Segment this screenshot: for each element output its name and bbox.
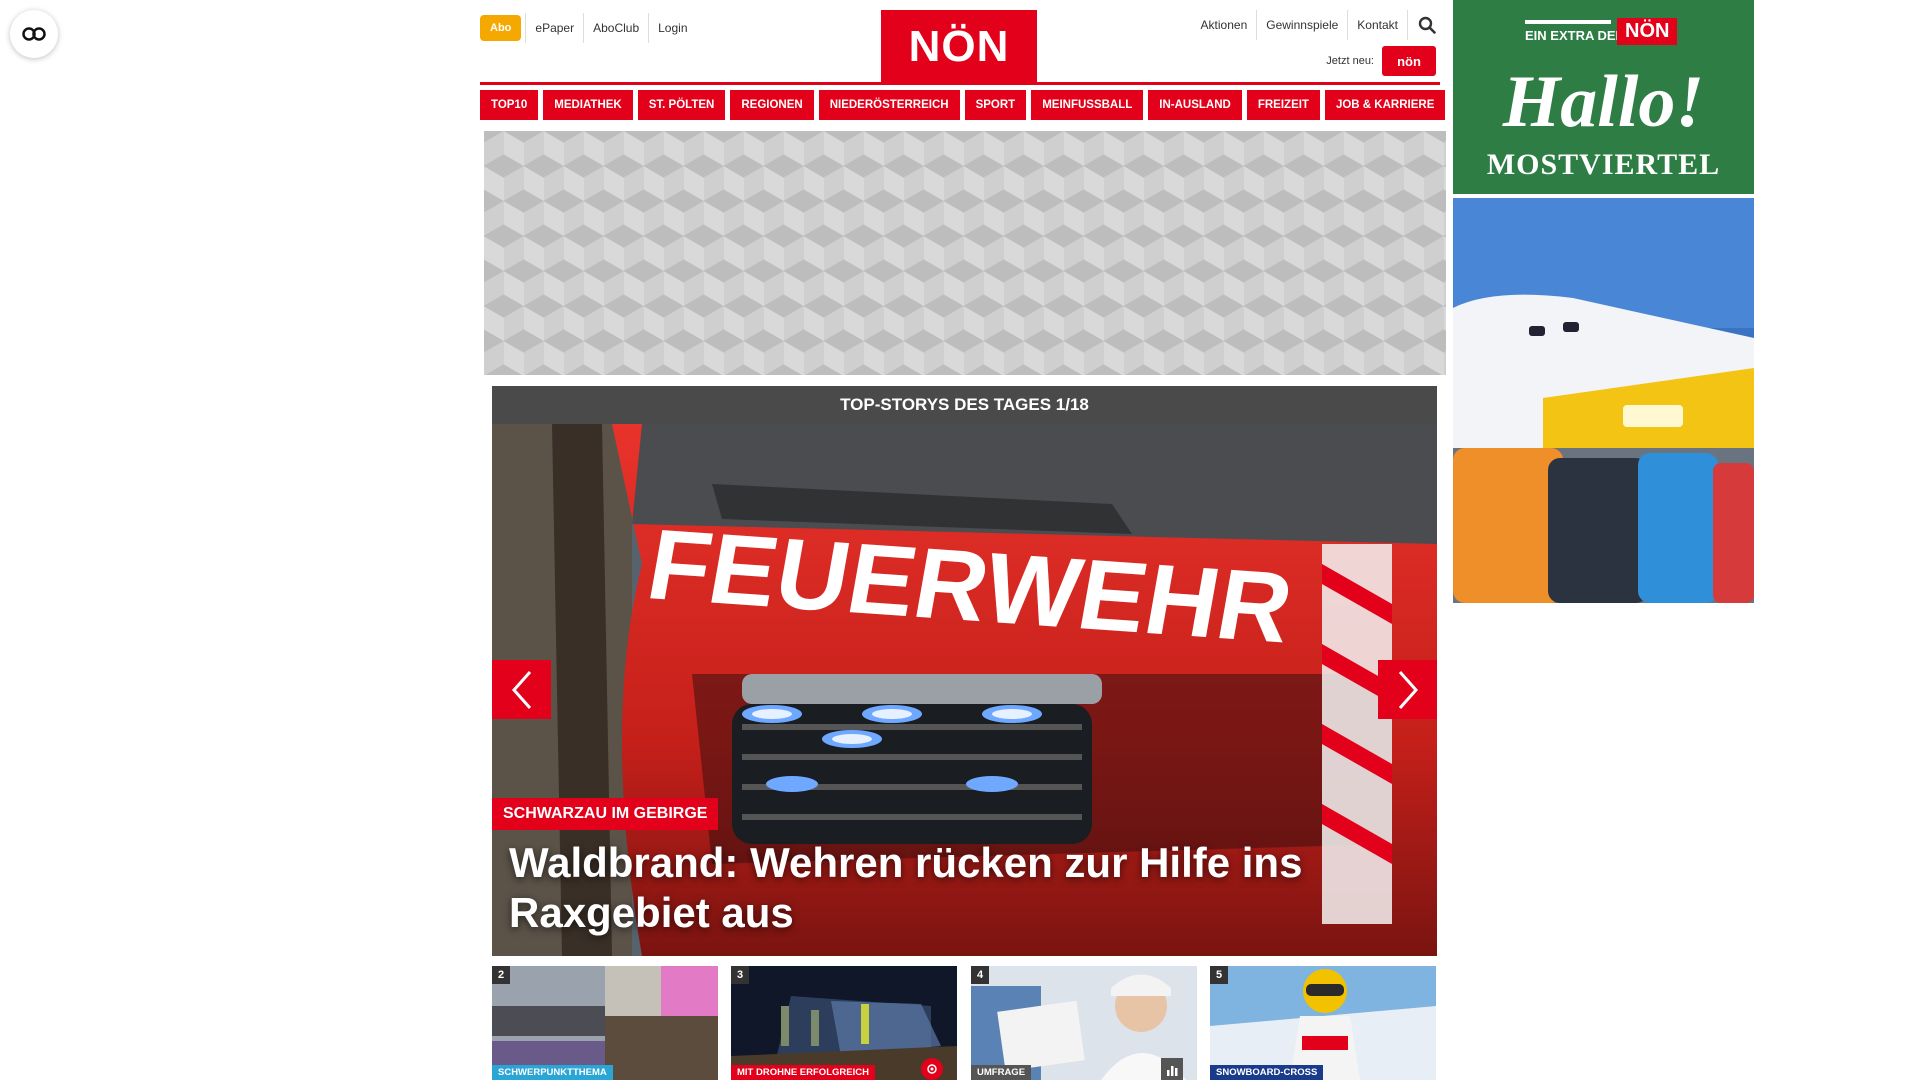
abo-button[interactable]: Abo — [480, 15, 522, 41]
story-thumb-5[interactable]: 5 SNOWBOARD-CROSS — [1210, 966, 1436, 1080]
ad-extra-label: EIN EXTRA DER — [1525, 28, 1625, 43]
nav-item-top10[interactable]: TOP10 — [480, 90, 539, 120]
top-stories-heading: TOP-STORYS DES TAGES 1/18 — [492, 386, 1437, 424]
ad-divider — [1525, 20, 1611, 24]
hero-category-tag[interactable]: SCHWARZAU IM GEBIRGE — [492, 798, 719, 830]
site-logo[interactable]: NÖN — [881, 10, 1037, 83]
nav-item-meinfussball[interactable]: MEINFUSSBALL — [1031, 90, 1144, 120]
hero-headline[interactable]: Waldbrand: Wehren rücken zur Hilfe ins R… — [509, 838, 1409, 938]
story-thumb-2[interactable]: 2 SCHWERPUNKTTHEMA — [492, 966, 718, 1080]
hallo-mostviertel-ad[interactable]: EIN EXTRA DER NÖN Hallo! MOSTVIERTEL — [1453, 0, 1754, 194]
story-tag: SCHWERPUNKTTHEMA — [492, 1065, 613, 1080]
login-link[interactable]: Login — [649, 14, 696, 42]
story-number: 5 — [1210, 966, 1228, 984]
kontakt-link[interactable]: Kontakt — [1348, 11, 1407, 39]
nav-item-mediathek[interactable]: MEDIATHEK — [543, 90, 633, 120]
epaper-link[interactable]: ePaper — [526, 14, 583, 42]
aboclub-link[interactable]: AboClub — [584, 14, 648, 42]
search-button[interactable] — [1408, 16, 1440, 34]
airport-travel-ad[interactable] — [1453, 198, 1754, 603]
story-thumb-3[interactable]: 3 MIT DROHNE ERFOLGREICH — [731, 966, 957, 1080]
gewinnspiele-link[interactable]: Gewinnspiele — [1257, 11, 1347, 39]
site-header: Abo ePaper AboClub Login NÖN Aktionen Ge… — [480, 0, 1440, 86]
thumb-image — [492, 966, 718, 1080]
nav-item-freizeit[interactable]: FREIZEIT — [1246, 90, 1320, 120]
nav-item-niederoesterreich[interactable]: NIEDERÖSTERREICH — [818, 90, 960, 120]
top-links-left: Abo ePaper AboClub Login — [480, 13, 697, 43]
accessibility-icon — [22, 27, 46, 41]
bar-chart-icon — [1167, 1066, 1178, 1076]
story-number: 2 — [492, 966, 510, 984]
jetzt-neu-badge: nön — [1382, 46, 1436, 76]
ad-image — [1453, 198, 1754, 603]
prev-slide-button[interactable] — [492, 660, 551, 719]
search-icon — [1418, 16, 1436, 34]
thumb-image — [1210, 966, 1436, 1080]
jetzt-neu-label: Jetzt neu: — [1326, 55, 1374, 67]
main-nav: TOP10 MEDIATHEK ST. PÖLTEN REGIONEN NIED… — [480, 90, 1446, 120]
top-links-right: Aktionen Gewinnspiele Kontakt — [1192, 10, 1440, 40]
ad-region-text: MOSTVIERTEL — [1486, 148, 1721, 181]
next-slide-button[interactable] — [1378, 660, 1437, 719]
story-tag: MIT DROHNE ERFOLGREICH — [731, 1065, 875, 1080]
nav-item-in-ausland[interactable]: IN-AUSLAND — [1148, 90, 1242, 120]
chevron-left-icon — [511, 670, 531, 709]
nav-item-job-karriere[interactable]: JOB & KARRIERE — [1324, 90, 1446, 120]
nav-item-sport[interactable]: SPORT — [964, 90, 1027, 120]
nav-item-st-poelten[interactable]: ST. PÖLTEN — [637, 90, 726, 120]
story-number: 4 — [971, 966, 989, 984]
banner-ad[interactable] — [484, 131, 1446, 375]
poll-badge — [1161, 1058, 1183, 1080]
story-tag: UMFRAGE — [971, 1065, 1032, 1080]
story-tag: SNOWBOARD-CROSS — [1210, 1065, 1324, 1080]
header-divider — [480, 82, 1440, 85]
video-badge — [921, 1058, 943, 1080]
ad-non-logo: NÖN — [1617, 18, 1678, 45]
camera-icon — [927, 1064, 937, 1074]
nav-item-regionen[interactable]: REGIONEN — [730, 90, 814, 120]
accessibility-button[interactable] — [10, 10, 58, 58]
hero-story[interactable]: FEUERWEHR SCHWARZAU IM GEBIRGE Waldbrand… — [492, 424, 1437, 956]
ad-hallo-text: Hallo! — [1502, 61, 1705, 143]
jetzt-neu-promo[interactable]: Jetzt neu: nön — [1326, 46, 1436, 76]
story-thumb-4[interactable]: 4 UMFRAGE — [971, 966, 1197, 1080]
chevron-right-icon — [1398, 670, 1418, 709]
story-number: 3 — [731, 966, 749, 984]
aktionen-link[interactable]: Aktionen — [1192, 11, 1257, 39]
